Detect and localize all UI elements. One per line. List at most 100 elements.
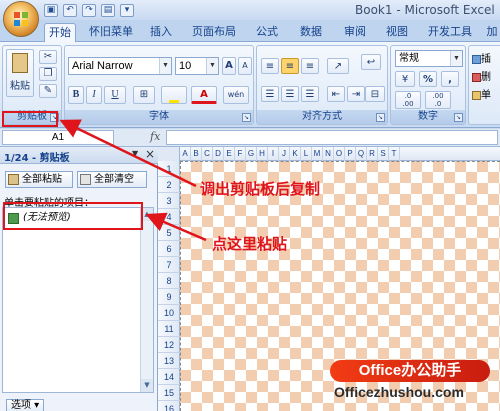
scroll-down-icon[interactable]: ▼: [141, 379, 153, 392]
paste-all-button[interactable]: 全部粘贴: [5, 171, 73, 188]
font-size-combo[interactable]: 10 ▼: [175, 57, 219, 75]
orientation-icon[interactable]: ↗: [327, 58, 349, 74]
tab-formulas[interactable]: 公式: [252, 23, 282, 42]
bold-button[interactable]: B: [68, 86, 84, 104]
comma-button[interactable]: ,: [441, 71, 459, 87]
save-icon[interactable]: ▣: [44, 3, 58, 17]
grow-font-button[interactable]: A: [222, 57, 236, 75]
row-header[interactable]: 1: [158, 161, 180, 177]
percent-button[interactable]: %: [419, 71, 437, 87]
currency-icon[interactable]: ¥: [395, 71, 415, 87]
increase-decimal-button[interactable]: .0 .00: [395, 91, 421, 109]
row-header[interactable]: 4: [158, 209, 180, 225]
column-header[interactable]: T: [389, 147, 400, 161]
column-header[interactable]: B: [191, 147, 202, 161]
row-header[interactable]: 7: [158, 257, 180, 273]
align-left-icon[interactable]: ☰: [261, 86, 279, 102]
column-header[interactable]: L: [301, 147, 312, 161]
format-painter-icon[interactable]: ✎: [39, 84, 57, 98]
column-header[interactable]: S: [378, 147, 389, 161]
row-header[interactable]: 8: [158, 273, 180, 289]
tab-review[interactable]: 审阅: [340, 23, 370, 42]
chevron-down-icon[interactable]: ▼: [132, 149, 138, 158]
print-preview-icon[interactable]: ▤: [101, 3, 115, 17]
row-header[interactable]: 5: [158, 225, 180, 241]
align-right-icon[interactable]: ☰: [301, 86, 319, 102]
row-header[interactable]: 12: [158, 337, 180, 353]
fill-color-icon[interactable]: [161, 86, 187, 104]
row-header[interactable]: 14: [158, 369, 180, 385]
column-header[interactable]: D: [213, 147, 224, 161]
column-header[interactable]: M: [312, 147, 323, 161]
column-header[interactable]: Q: [356, 147, 367, 161]
row-header[interactable]: 15: [158, 385, 180, 401]
row-header[interactable]: 16: [158, 401, 180, 411]
tab-view[interactable]: 视图: [382, 23, 412, 42]
row-header[interactable]: 3: [158, 193, 180, 209]
align-middle-icon[interactable]: ≡: [281, 58, 299, 74]
close-icon[interactable]: ×: [145, 147, 155, 161]
column-header[interactable]: A: [180, 147, 191, 161]
decrease-decimal-button[interactable]: .00 .0: [425, 91, 451, 109]
column-header[interactable]: F: [235, 147, 246, 161]
clear-all-button[interactable]: 全部清空: [77, 171, 147, 188]
delete-cells-button[interactable]: 删: [472, 68, 491, 83]
tab-data[interactable]: 数据: [296, 23, 326, 42]
copy-icon[interactable]: ❐: [39, 67, 57, 81]
font-color-button[interactable]: A: [191, 86, 217, 104]
font-launcher-icon[interactable]: ↘: [242, 113, 251, 122]
column-header[interactable]: K: [290, 147, 301, 161]
column-header[interactable]: P: [345, 147, 356, 161]
decrease-indent-icon[interactable]: ⇤: [327, 86, 345, 102]
row-header[interactable]: 6: [158, 241, 180, 257]
customize-icon[interactable]: ▾: [120, 3, 134, 17]
select-all-button[interactable]: [158, 147, 180, 161]
name-box[interactable]: A1: [2, 130, 114, 145]
tab-addins-partial[interactable]: 加: [484, 23, 500, 42]
insert-function-button[interactable]: fx: [150, 130, 160, 143]
undo-icon[interactable]: ↶: [63, 3, 77, 17]
underline-button[interactable]: U: [104, 86, 126, 104]
column-header[interactable]: J: [279, 147, 290, 161]
shrink-font-button[interactable]: A: [238, 57, 252, 75]
redo-icon[interactable]: ↷: [82, 3, 96, 17]
column-header[interactable]: E: [224, 147, 235, 161]
tab-insert[interactable]: 插入: [146, 23, 176, 42]
clipboard-scrollbar[interactable]: ▲ ▼: [140, 208, 153, 392]
row-header[interactable]: 10: [158, 305, 180, 321]
increase-indent-icon[interactable]: ⇥: [347, 86, 365, 102]
row-header[interactable]: 13: [158, 353, 180, 369]
formula-input[interactable]: [166, 130, 498, 145]
tab-classic-menu[interactable]: 怀旧菜单: [86, 23, 136, 42]
office-button[interactable]: [3, 1, 39, 37]
wrap-text-icon[interactable]: ↩: [361, 54, 381, 70]
row-header[interactable]: 11: [158, 321, 180, 337]
phonetic-guide-button[interactable]: wén: [223, 86, 249, 104]
tab-home[interactable]: 开始: [44, 23, 76, 42]
column-header[interactable]: N: [323, 147, 334, 161]
format-cells-button[interactable]: 单: [472, 86, 491, 101]
row-header[interactable]: 9: [158, 289, 180, 305]
align-center-icon[interactable]: ☰: [281, 86, 299, 102]
insert-cells-button[interactable]: 插: [472, 50, 491, 65]
alignment-launcher-icon[interactable]: ↘: [376, 113, 385, 122]
number-format-combo[interactable]: 常规 ▼: [395, 50, 463, 67]
column-header[interactable]: I: [268, 147, 279, 161]
cut-icon[interactable]: ✂: [39, 50, 57, 64]
tab-page-layout[interactable]: 页面布局: [188, 23, 240, 42]
italic-button[interactable]: I: [86, 86, 102, 104]
align-bottom-icon[interactable]: ≡: [301, 58, 319, 74]
tab-developer[interactable]: 开发工具: [424, 23, 476, 42]
align-top-icon[interactable]: ≡: [261, 58, 279, 74]
row-header[interactable]: 2: [158, 177, 180, 193]
column-header[interactable]: R: [367, 147, 378, 161]
merge-center-icon[interactable]: ⊟: [365, 86, 385, 102]
number-launcher-icon[interactable]: ↘: [454, 113, 463, 122]
options-button[interactable]: 选项 ▾: [6, 399, 45, 411]
column-header[interactable]: O: [334, 147, 345, 161]
column-header[interactable]: C: [202, 147, 213, 161]
column-header[interactable]: G: [246, 147, 257, 161]
column-header[interactable]: H: [257, 147, 268, 161]
font-name-combo[interactable]: Arial Narrow ▼: [68, 57, 172, 75]
borders-icon[interactable]: ⊞: [133, 86, 155, 104]
